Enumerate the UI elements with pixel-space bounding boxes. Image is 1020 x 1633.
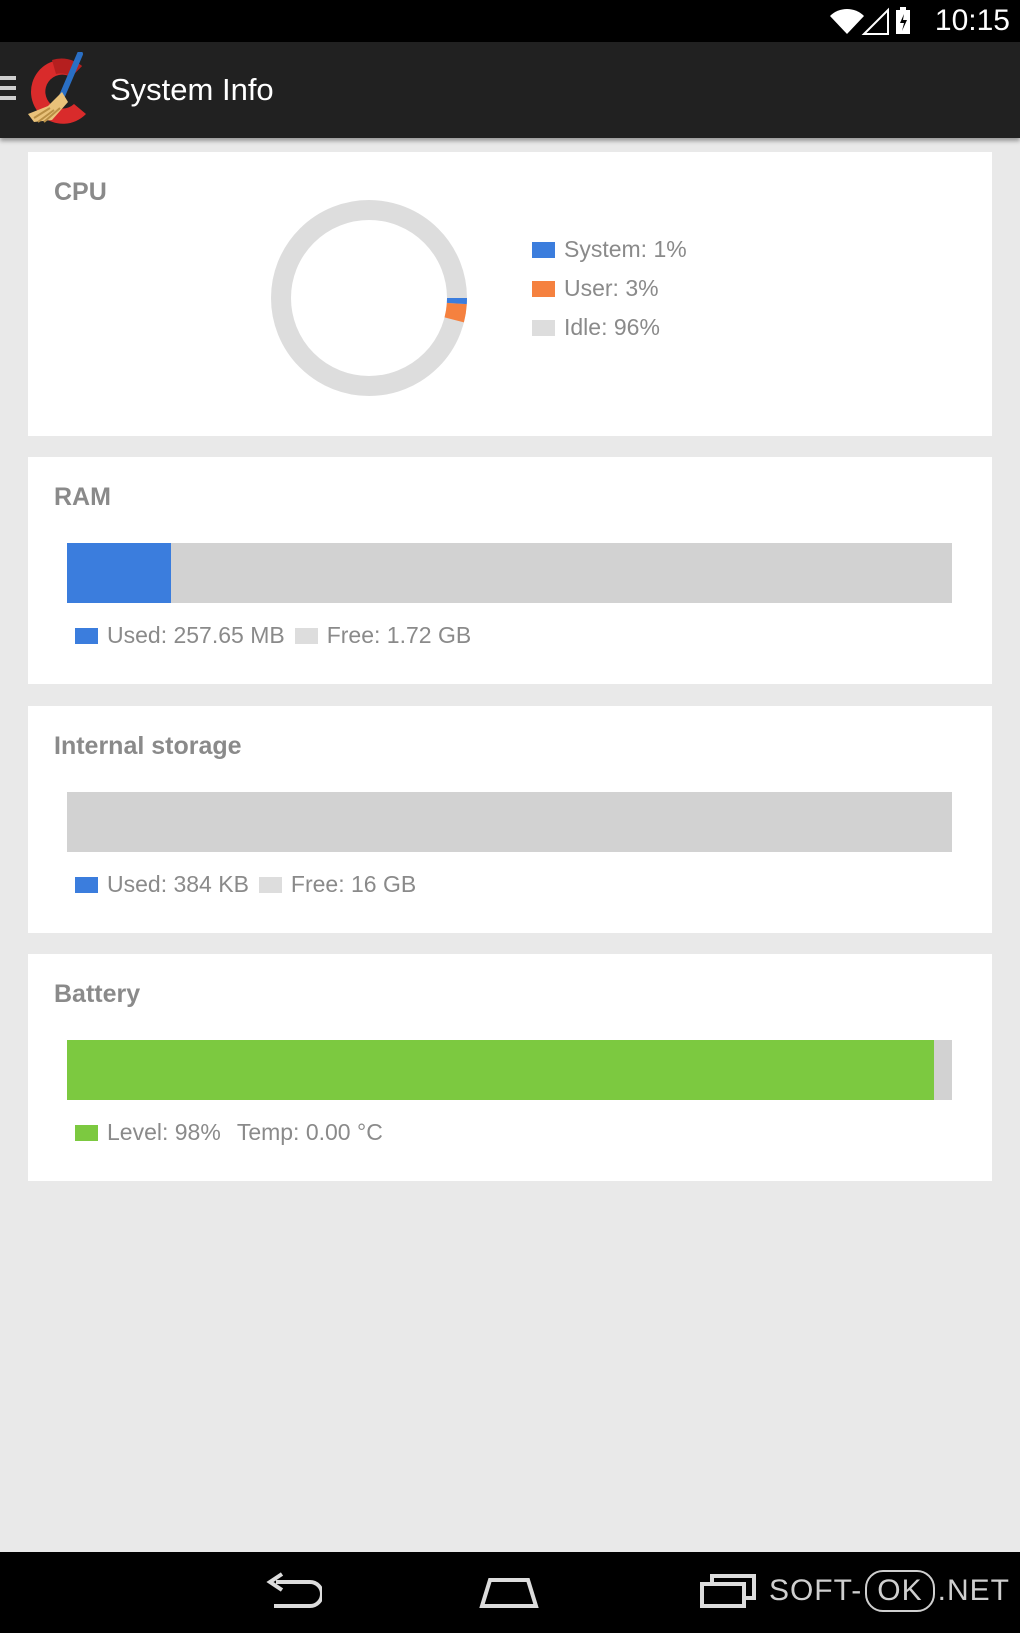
idle-swatch [532, 319, 555, 336]
ram-title: RAM [54, 483, 111, 511]
home-icon[interactable] [476, 1568, 542, 1614]
battery-level-fill [67, 1040, 934, 1100]
status-icons [830, 7, 910, 35]
status-bar: 10:15 [0, 0, 1020, 42]
cpu-system-label: System: 1% [564, 236, 687, 262]
battery-card: Battery Level: 98% Temp: 0.00 °C [28, 954, 992, 1181]
system-swatch [532, 241, 555, 258]
cpu-title: CPU [54, 178, 107, 206]
used-swatch [75, 876, 98, 893]
signal-icon [861, 7, 889, 35]
cpu-card: CPU System: 1% User: 3% Idle: 96% [28, 152, 992, 436]
storage-bar [67, 792, 952, 852]
storage-free-label: Free: 16 GB [290, 871, 417, 897]
user-swatch [532, 280, 555, 297]
ram-used-fill [67, 543, 171, 603]
battery-title: Battery [54, 980, 141, 1008]
watermark-middle: OK [865, 1570, 935, 1612]
free-swatch [258, 876, 282, 893]
recents-icon[interactable] [698, 1568, 758, 1614]
menu-icon[interactable] [0, 76, 16, 102]
storage-card: Internal storage Used: 384 KB Free: 16 G… [28, 706, 992, 933]
level-swatch [75, 1124, 98, 1141]
ram-card: RAM Used: 257.65 MB Free: 1.72 GB [28, 457, 992, 684]
back-icon[interactable] [262, 1568, 322, 1614]
battery-bar [67, 1040, 952, 1100]
cpu-legend-idle: Idle: 96% [532, 314, 660, 341]
battery-level-label: Level: 98% [107, 1119, 221, 1145]
ram-used-label: Used: 257.65 MB [107, 622, 285, 648]
used-swatch [75, 627, 98, 644]
status-time: 10:15 [934, 4, 1010, 37]
ccleaner-logo[interactable] [22, 52, 104, 128]
battery-legend: Level: 98% Temp: 0.00 °C [75, 1119, 383, 1146]
cpu-user-label: User: 3% [564, 275, 659, 301]
cpu-donut-chart [271, 200, 467, 396]
cpu-idle-arc [271, 200, 467, 396]
storage-used-label: Used: 384 KB [107, 871, 249, 897]
watermark-left: SOFT- [768, 1574, 863, 1607]
cpu-legend-system: System: 1% [532, 236, 687, 263]
battery-temp-label: Temp: 0.00 °C [236, 1119, 383, 1145]
storage-legend: Used: 384 KB Free: 16 GB [75, 871, 416, 898]
watermark: SOFT- OK .NET [769, 1566, 1010, 1616]
ram-legend: Used: 257.65 MB Free: 1.72 GB [75, 622, 471, 649]
cpu-idle-label: Idle: 96% [564, 314, 660, 340]
cpu-legend-user: User: 3% [532, 275, 659, 302]
storage-title: Internal storage [54, 732, 242, 760]
free-swatch [294, 627, 318, 644]
ram-free-label: Free: 1.72 GB [326, 622, 472, 648]
ram-bar [67, 543, 952, 603]
wifi-icon [830, 8, 864, 34]
page-title: System Info [110, 72, 274, 107]
watermark-right: .NET [937, 1574, 1010, 1607]
navigation-bar: SOFT- OK .NET [0, 1552, 1020, 1633]
action-bar: System Info [0, 42, 1020, 138]
battery-icon [896, 7, 910, 34]
